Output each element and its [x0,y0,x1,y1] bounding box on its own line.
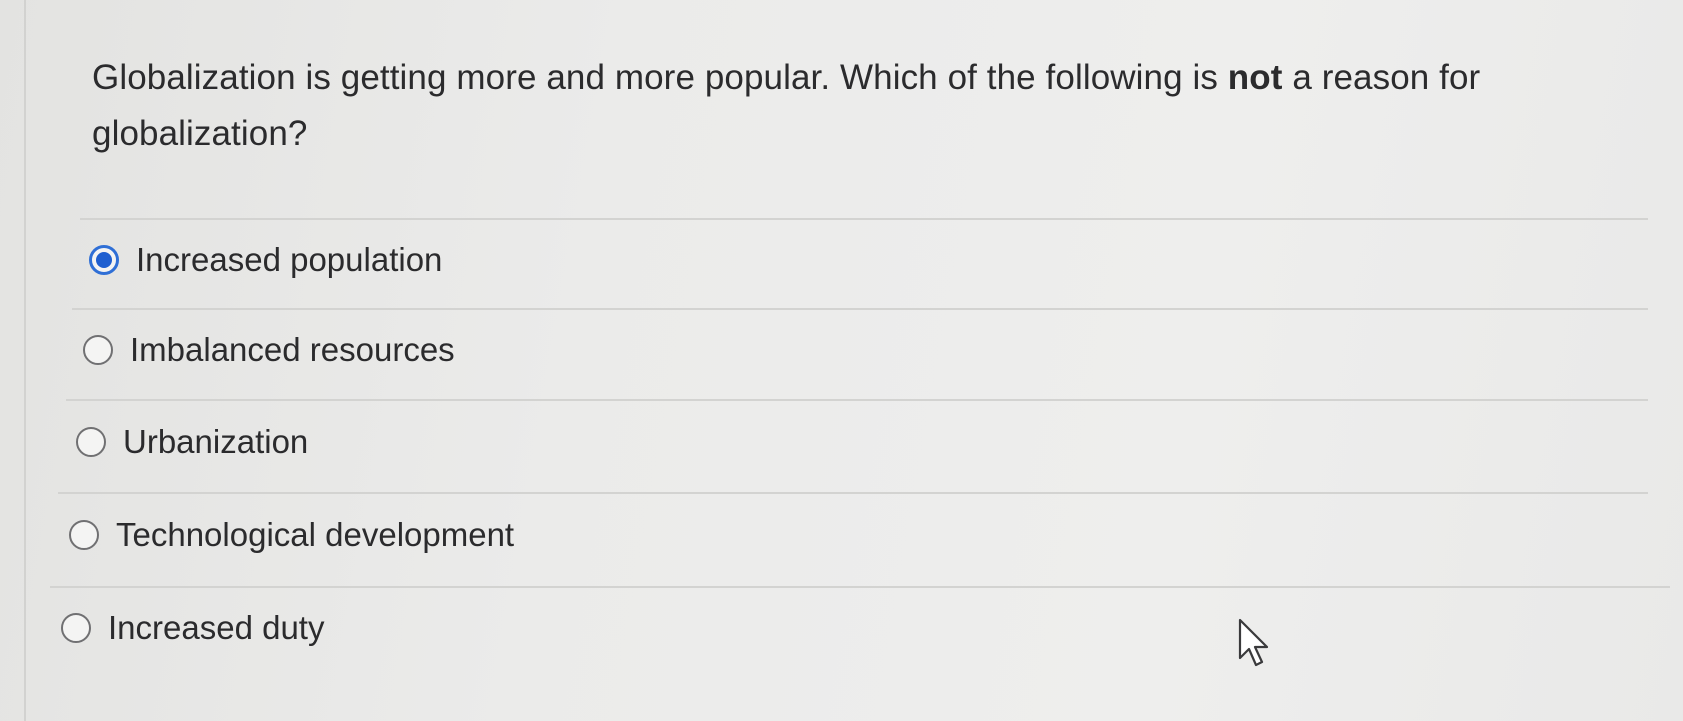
option-label: Imbalanced resources [130,331,455,368]
radio-unselected-icon[interactable] [76,427,106,457]
divider [50,586,1670,588]
radio-selected-icon[interactable] [89,245,119,275]
divider [66,399,1648,401]
option-imbalanced-resources[interactable]: Imbalanced resources [83,325,455,375]
option-label: Increased population [136,241,443,278]
question-emphasis: not [1227,58,1283,97]
option-increased-duty[interactable]: Increased duty [61,603,324,653]
radio-unselected-icon[interactable] [69,520,99,550]
divider [58,492,1648,494]
mouse-pointer-icon [1238,618,1269,667]
option-technological-development[interactable]: Technological development [69,510,514,560]
option-label: Increased duty [108,609,325,646]
divider [80,218,1648,220]
option-label: Technological development [116,516,515,553]
page-edge [24,0,26,721]
option-increased-population[interactable]: Increased population [89,235,442,285]
question-text-before: Globalization is getting more and more p… [92,58,1228,97]
option-urbanization[interactable]: Urbanization [76,417,308,467]
radio-unselected-icon[interactable] [83,335,113,365]
divider [72,308,1648,310]
option-label: Urbanization [123,423,309,460]
question-text: Globalization is getting more and more p… [92,50,1612,162]
radio-unselected-icon[interactable] [61,613,91,643]
